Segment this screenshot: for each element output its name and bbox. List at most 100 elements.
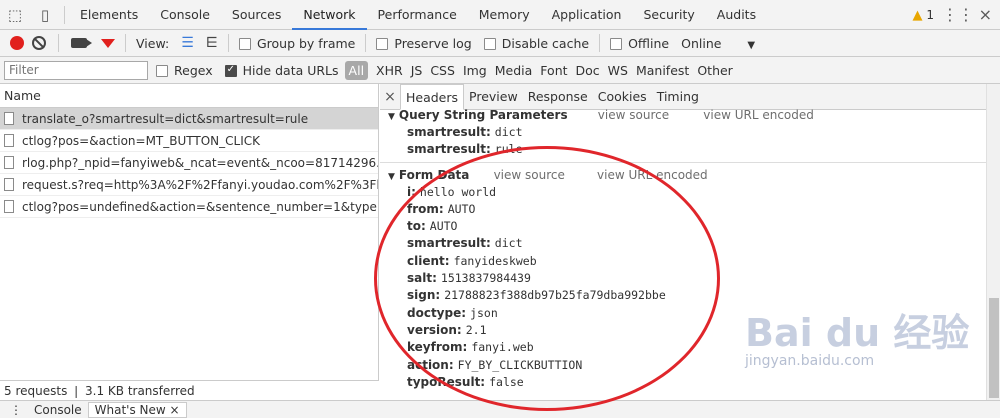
warning-icon: ▲ — [912, 8, 923, 23]
large-rows-icon[interactable]: ☰ — [181, 35, 194, 51]
divider — [227, 34, 229, 52]
warning-count: 1 — [926, 8, 934, 22]
hide-data-urls-checkbox[interactable]: Hide data URLs — [224, 63, 339, 78]
divider — [64, 5, 65, 24]
view-source-link[interactable]: view source — [494, 168, 565, 182]
checkbox-box — [610, 37, 623, 50]
param-key: to: — [407, 219, 426, 234]
tab-console[interactable]: Console — [149, 0, 221, 30]
close-detail-icon[interactable]: × — [380, 89, 400, 105]
scrollbar-thumb[interactable] — [989, 298, 999, 398]
param-value: 2.1 — [465, 322, 487, 337]
view-source-link[interactable]: view source — [598, 108, 669, 122]
request-name: ctlog?pos=undefined&action=&sentence_num… — [22, 199, 378, 214]
filter-type-css[interactable]: CSS — [426, 63, 459, 78]
param-value: FY_BY_CLICKBUTTION — [457, 357, 583, 372]
param-key: client: — [407, 253, 450, 268]
request-row[interactable]: request.s?req=http%3A%2F%2Ffanyi.youdao.… — [0, 174, 378, 196]
filter-type-img[interactable]: Img — [459, 63, 491, 78]
document-icon — [4, 156, 14, 169]
view-label: View: — [136, 35, 170, 51]
column-header-name[interactable]: Name — [0, 84, 378, 108]
throttling-value: Online — [681, 35, 722, 51]
view-url-encoded-link[interactable]: view URL encoded — [597, 168, 708, 182]
more-tabs-icon[interactable]: ⋮ — [942, 0, 958, 30]
filter-type-all[interactable]: All — [344, 60, 369, 80]
param-row: typoResult: false — [388, 374, 986, 391]
filter-type-ws[interactable]: WS — [604, 63, 632, 78]
tab-audits[interactable]: Audits — [706, 0, 767, 30]
param-row: smartresult: dict — [388, 124, 986, 141]
request-detail-panel: × Headers Preview Response Cookies Timin… — [380, 84, 986, 400]
param-key: keyfrom: — [407, 340, 468, 355]
query-string-header[interactable]: ▼ Query String Parameters view source vie… — [388, 106, 986, 124]
detail-scrollbar[interactable] — [986, 84, 1000, 400]
waterfall-overview-icon[interactable]: ⋿ — [206, 35, 218, 51]
tab-security[interactable]: Security — [632, 0, 705, 30]
param-key: sign: — [407, 288, 441, 303]
filter-type-xhr[interactable]: XHR — [372, 63, 407, 78]
group-by-frame-label: Group by frame — [256, 35, 356, 51]
param-key: typoResult: — [407, 374, 486, 389]
checkbox-box — [238, 37, 251, 50]
drawer-tabbar: ⋮ Console What's New × — [0, 400, 1000, 418]
param-key: salt: — [407, 271, 437, 286]
param-value: dict — [494, 125, 523, 139]
filter-type-other[interactable]: Other — [693, 63, 737, 78]
record-button[interactable] — [10, 36, 24, 50]
tab-memory[interactable]: Memory — [468, 0, 541, 30]
inspect-element-icon[interactable]: ⬚ — [0, 0, 30, 30]
tab-network[interactable]: Network — [292, 0, 367, 30]
clear-icon[interactable] — [32, 36, 46, 50]
param-key: i: — [407, 184, 416, 199]
filter-type-doc[interactable]: Doc — [572, 63, 604, 78]
view-url-encoded-link[interactable]: view URL encoded — [703, 108, 814, 122]
capture-screenshots-icon[interactable] — [71, 38, 92, 48]
filter-input[interactable] — [4, 60, 148, 80]
tab-sources[interactable]: Sources — [221, 0, 292, 30]
menu-icon[interactable]: ⋮ — [4, 403, 28, 417]
request-row[interactable]: ctlog?pos=&action=MT_BUTTON_CLICK — [0, 130, 378, 152]
param-row: smartresult: rule — [388, 141, 986, 158]
param-row: client: fanyideskweb — [388, 253, 986, 270]
preserve-log-checkbox[interactable]: Preserve log — [376, 36, 472, 51]
param-key: action: — [407, 357, 454, 372]
device-toolbar-icon[interactable]: ▯ — [30, 0, 60, 30]
filter-type-media[interactable]: Media — [491, 63, 537, 78]
param-key: version: — [407, 322, 462, 337]
filter-icon[interactable] — [101, 38, 115, 48]
drawer-tab-console[interactable]: Console — [28, 403, 88, 417]
document-icon — [4, 112, 14, 125]
warnings-indicator[interactable]: ▲ 1 — [913, 0, 934, 30]
param-row: salt: 1513837984439 — [388, 270, 986, 287]
tab-elements[interactable]: Elements — [69, 0, 149, 30]
group-by-frame-checkbox[interactable]: Group by frame — [238, 35, 356, 51]
divider — [380, 161, 986, 163]
param-value: rule — [494, 142, 523, 157]
request-row[interactable]: rlog.php?_npid=fanyiweb&_ncat=event&_nco… — [0, 152, 378, 174]
disable-cache-checkbox[interactable]: Disable cache — [483, 36, 589, 51]
param-value: json — [470, 305, 498, 320]
param-value: 21788823f388db97b25fa79dba992bbe — [444, 288, 666, 303]
tab-performance[interactable]: Performance — [367, 0, 468, 30]
checkbox-box — [224, 64, 237, 77]
param-value: hello world — [419, 184, 497, 199]
regex-checkbox[interactable]: Regex — [156, 63, 213, 78]
close-devtools-icon[interactable]: × — [979, 0, 992, 30]
chevron-down-icon: ▼ — [747, 39, 756, 51]
param-value: AUTO — [429, 219, 458, 234]
filter-type-manifest[interactable]: Manifest — [632, 63, 693, 78]
filter-type-font[interactable]: Font — [536, 63, 571, 78]
offline-checkbox[interactable]: Offline — [610, 36, 669, 51]
filter-type-js[interactable]: JS — [407, 63, 427, 78]
settings-menu-icon[interactable]: ⋮ — [958, 0, 974, 30]
close-icon[interactable]: × — [170, 403, 180, 417]
drawer-tab-whats-new[interactable]: What's New × — [87, 401, 187, 418]
throttling-select[interactable]: Online ▼ — [681, 36, 755, 51]
request-row[interactable]: ctlog?pos=undefined&action=&sentence_num… — [0, 196, 378, 218]
triangle-down-icon: ▼ — [388, 112, 395, 122]
form-data-header[interactable]: ▼ Form Data view source view URL encoded — [388, 166, 986, 184]
request-name: rlog.php?_npid=fanyiweb&_ncat=event&_nco… — [22, 155, 378, 170]
tab-application[interactable]: Application — [541, 0, 633, 30]
request-row[interactable]: translate_o?smartresult=dict&smartresult… — [0, 108, 378, 130]
